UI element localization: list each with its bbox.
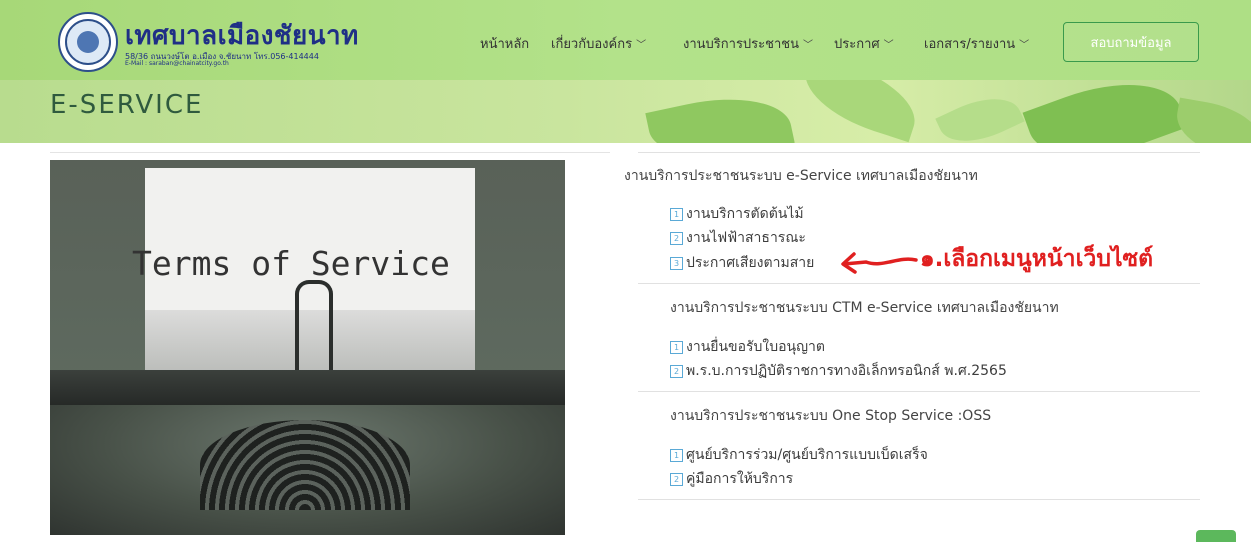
nav-home[interactable]: หน้าหลัก (480, 33, 529, 54)
list-item[interactable]: 2 พ.ร.บ.การปฏิบัติราชการทางอิเล็กทรอนิกส… (670, 362, 1007, 380)
chevron-down-icon: ﹀ (636, 40, 647, 51)
nav-announcements-label: ประกาศ (834, 37, 880, 52)
list-item[interactable]: 3 ประกาศเสียงตามสาย (670, 254, 814, 272)
divider (638, 283, 1200, 284)
typewriter-typebars (200, 420, 410, 510)
back-to-top-button[interactable] (1196, 530, 1236, 542)
nav-public-services-label: งานบริการประชาชน (683, 37, 799, 52)
link-service-manual[interactable]: คู่มือการให้บริการ (686, 468, 793, 490)
page-banner: E-SERVICE (0, 80, 1251, 143)
seal-emblem (77, 31, 99, 53)
nav-about[interactable]: เกี่ยวกับองค์กร ﹀ (551, 33, 646, 54)
divider (638, 152, 1200, 153)
site-email: E-Mail : saraban@chainatcity.go.th (125, 60, 229, 67)
typewriter-roller (50, 370, 565, 410)
nav-public-services[interactable]: งานบริการประชาชน ﹀ (683, 33, 813, 54)
page-title: E-SERVICE (50, 90, 204, 120)
instruction-annotation: ๑.เลือกเมนูหน้าเว็บไซต์ (920, 246, 1154, 272)
leaf-decoration (935, 84, 1025, 143)
chevron-down-icon: ﹀ (883, 40, 894, 51)
number-badge: 1 (670, 207, 683, 221)
link-electronic-act-2565[interactable]: พ.ร.บ.การปฏิบัติราชการทางอิเล็กทรอนิกส์ … (686, 360, 1007, 382)
link-tree-cutting-service[interactable]: งานบริการตัดต้นไม้ (686, 203, 804, 225)
contact-inquiry-button[interactable]: สอบถามข้อมูล (1063, 22, 1199, 62)
number-badge: 2 (670, 231, 683, 245)
list-item[interactable]: 2 งานไฟฟ้าสาธารณะ (670, 229, 806, 247)
nav-documents[interactable]: เอกสาร/รายงาน ﹀ (924, 33, 1029, 54)
leaf-decoration (645, 84, 795, 143)
section-title-eservice: งานบริการประชาชนระบบ e-Service เทศบาลเมื… (624, 168, 978, 184)
nav-about-label: เกี่ยวกับองค์กร (551, 37, 633, 52)
list-item[interactable]: 2 คู่มือการให้บริการ (670, 470, 793, 488)
typewriter-image: Terms of Service (50, 160, 565, 535)
municipality-seal-logo[interactable] (58, 12, 118, 72)
divider (638, 499, 1200, 500)
terms-of-service-text: Terms of Service (132, 244, 450, 283)
paper-lever (295, 280, 333, 384)
number-badge: 1 (670, 340, 683, 354)
chevron-down-icon: ﹀ (1019, 40, 1030, 51)
nav-announcements[interactable]: ประกาศ ﹀ (834, 33, 894, 54)
list-item[interactable]: 1 งานบริการตัดต้นไม้ (670, 205, 804, 223)
list-item[interactable]: 1 ศูนย์บริการร่วม/ศูนย์บริการแบบเบ็ดเสร็… (670, 446, 928, 464)
section-title-oss: งานบริการประชาชนระบบ One Stop Service :O… (670, 408, 992, 424)
leaf-decoration (1171, 97, 1251, 143)
nav-home-label: หน้าหลัก (480, 37, 530, 52)
number-badge: 1 (670, 448, 683, 462)
number-badge: 2 (670, 472, 683, 486)
red-arrow-icon (841, 252, 918, 274)
number-badge: 2 (670, 364, 683, 378)
link-license-application[interactable]: งานยื่นขอรับใบอนุญาต (686, 336, 825, 358)
section-title-ctm-eservice: งานบริการประชาชนระบบ CTM e-Service เทศบา… (670, 300, 1059, 316)
link-one-stop-service-center[interactable]: ศูนย์บริการร่วม/ศูนย์บริการแบบเบ็ดเสร็จ (686, 444, 928, 466)
leaf-decoration (794, 80, 926, 143)
top-header: เทศบาลเมืองชัยนาท 58/36 ถนนวงษ์โต อ.เมือ… (0, 0, 1251, 80)
divider (638, 391, 1200, 392)
list-item[interactable]: 1 งานยื่นขอรับใบอนุญาต (670, 338, 825, 356)
leaf-decoration (1022, 80, 1188, 143)
divider (50, 152, 610, 153)
number-badge: 3 (670, 256, 683, 270)
nav-documents-label: เอกสาร/รายงาน (924, 37, 1016, 52)
link-broadcast-announcement[interactable]: ประกาศเสียงตามสาย (686, 252, 814, 274)
chevron-down-icon: ﹀ (802, 40, 813, 51)
link-public-lighting-service[interactable]: งานไฟฟ้าสาธารณะ (686, 227, 806, 249)
